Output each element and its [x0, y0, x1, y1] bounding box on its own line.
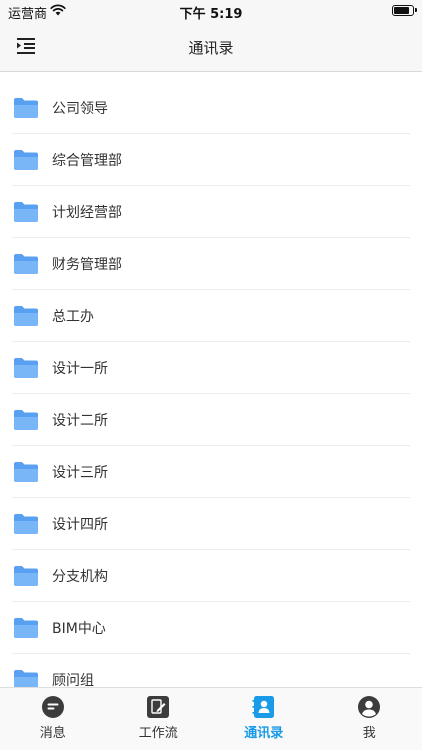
tab-label: 工作流 — [138, 726, 178, 741]
folder-icon — [14, 254, 38, 274]
department-item[interactable]: 分支机构 — [0, 550, 422, 602]
department-item[interactable]: 综合管理部 — [0, 134, 422, 186]
department-item[interactable]: 设计四所 — [0, 498, 422, 550]
department-label: 总工办 — [52, 309, 94, 325]
department-label: BIM中心 — [52, 621, 106, 637]
battery-icon — [392, 5, 417, 16]
message-icon — [41, 696, 64, 718]
tab-label: 通讯录 — [244, 726, 284, 741]
department-item[interactable]: 财务管理部 — [0, 238, 422, 290]
folder-icon — [14, 514, 38, 534]
profile-icon — [358, 696, 381, 718]
battery-level — [394, 7, 409, 14]
tab-contacts[interactable]: 通讯录 — [211, 688, 317, 750]
department-label: 财务管理部 — [52, 257, 122, 273]
department-label: 设计一所 — [52, 361, 108, 377]
folder-icon — [14, 462, 38, 482]
department-item[interactable]: BIM中心 — [0, 602, 422, 654]
folder-icon — [14, 98, 38, 118]
status-bar: 运营商 下午 5:19 — [0, 0, 422, 22]
workflow-icon — [147, 696, 170, 718]
department-item[interactable]: 设计二所 — [0, 394, 422, 446]
department-item[interactable]: 设计一所 — [0, 342, 422, 394]
department-label: 设计二所 — [52, 413, 108, 429]
department-label: 计划经营部 — [52, 205, 122, 221]
department-item[interactable]: 计划经营部 — [0, 186, 422, 238]
department-label: 顾问组 — [52, 673, 94, 688]
tab-label: 我 — [362, 726, 376, 741]
tab-bar: 消息 工作流 通讯录 我 — [0, 687, 422, 750]
folder-icon — [14, 410, 38, 430]
folder-icon — [14, 306, 38, 326]
department-label: 分支机构 — [52, 569, 108, 585]
department-label: 综合管理部 — [52, 153, 122, 169]
department-item[interactable]: 顾问组 — [0, 654, 422, 688]
folder-icon — [14, 566, 38, 586]
nav-bar: 通讯录 — [0, 22, 422, 72]
department-item[interactable]: 设计三所 — [0, 446, 422, 498]
folder-icon — [14, 202, 38, 222]
department-list: 公司领导 综合管理部 计划经营部 财务管理部 总工办 设计一所 设计二所 设计三… — [0, 82, 422, 688]
folder-icon — [14, 358, 38, 378]
folder-icon — [14, 618, 38, 638]
contacts-icon — [252, 696, 274, 718]
tab-messages[interactable]: 消息 — [0, 688, 106, 750]
department-label: 设计四所 — [52, 517, 108, 533]
tab-profile[interactable]: 我 — [317, 688, 422, 750]
folder-icon — [14, 670, 38, 688]
page-title: 通讯录 — [188, 39, 234, 57]
department-item[interactable]: 总工办 — [0, 290, 422, 342]
department-item[interactable]: 公司领导 — [0, 82, 422, 134]
tab-workflow[interactable]: 工作流 — [106, 688, 212, 750]
status-time: 下午 5:19 — [179, 7, 243, 22]
folder-icon — [14, 150, 38, 170]
department-label: 公司领导 — [52, 101, 108, 117]
tab-label: 消息 — [39, 726, 66, 741]
department-label: 设计三所 — [52, 465, 108, 481]
